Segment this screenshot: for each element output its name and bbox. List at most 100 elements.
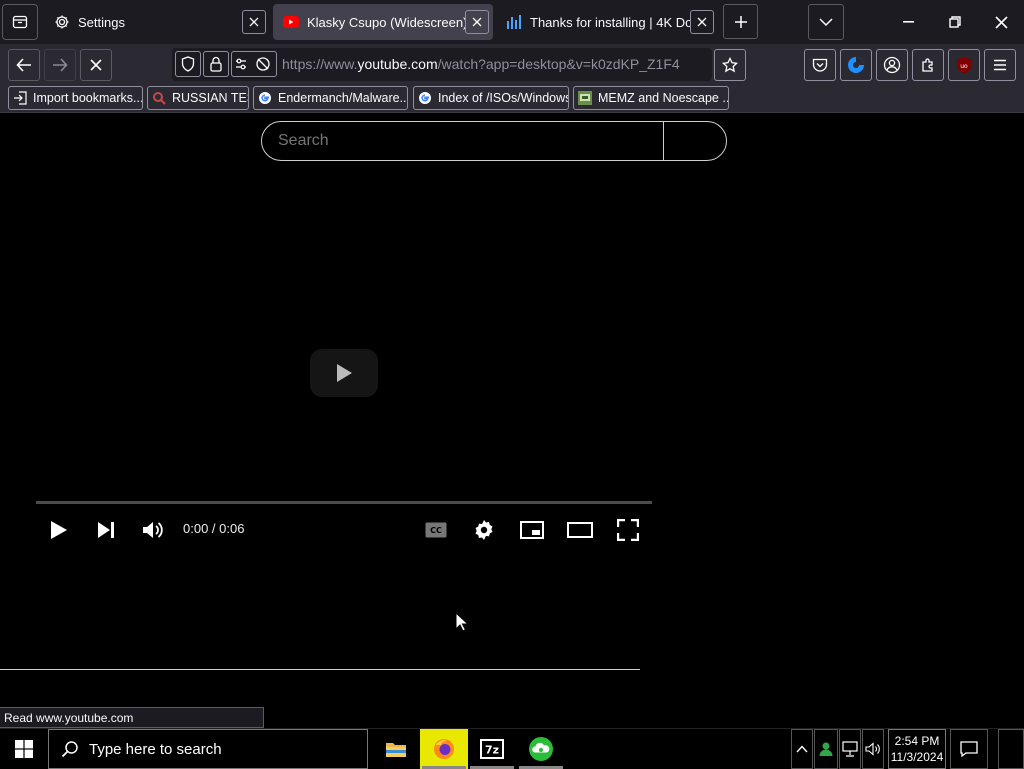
forward-button[interactable] [44,49,76,81]
cloud-app-icon [528,736,554,762]
play-icon [335,363,353,383]
restore-icon [949,16,961,28]
bookmarks-bar: Import bookmarks... RUSSIAN TEST Enderma… [0,85,1024,113]
gear-icon [473,519,495,541]
tab-title: Settings [78,14,125,30]
permissions-icon[interactable] [231,51,277,77]
tab-youtube[interactable]: Klasky Csupo (Widescreen) - YouTube [273,4,493,40]
svg-text:7z: 7z [485,744,499,757]
taskbar-file-explorer[interactable] [372,729,420,769]
bookmark-label: Index of /ISOs/Windows [438,91,569,105]
minimize-icon [903,21,915,23]
extensions-button[interactable] [912,49,944,81]
action-center-button[interactable] [950,729,988,769]
bookmark-label: MEMZ and Noescape ... [598,91,729,105]
fullscreen-icon [617,519,639,541]
minimize-button[interactable] [886,0,932,44]
google-icon [257,90,273,106]
tab-close-button[interactable] [465,10,489,34]
stop-loading-button[interactable] [80,49,112,81]
taskbar-search-box[interactable]: Type here to search [48,729,368,769]
bookmark-import[interactable]: Import bookmarks... [8,86,143,110]
svg-text:CC: CC [430,526,442,535]
volume-button[interactable] [862,729,884,769]
taskbar-cloud-app[interactable] [517,729,565,769]
status-panel: Read www.youtube.com [0,707,264,728]
tracking-protection-shield-icon[interactable] [175,51,201,77]
ublock-origin-button[interactable]: uo [948,49,980,81]
restore-button[interactable] [932,0,978,44]
clock-date: 11/3/2024 [890,750,944,764]
chevron-up-icon [796,745,808,753]
bookmark-index-isos[interactable]: Index of /ISOs/Windows [413,86,569,110]
play-button[interactable] [44,515,74,545]
mouse-cursor-icon [455,612,468,632]
navigation-toolbar: https://www.youtube.com/watch?app=deskto… [0,44,1024,85]
bookmark-star-button[interactable] [714,49,746,81]
show-hidden-icons-button[interactable] [791,729,813,769]
notification-icon [960,741,978,757]
tray-app-button[interactable] [814,729,838,769]
miniplayer-button[interactable] [517,515,547,545]
pocket-button[interactable] [804,49,836,81]
tab-strip: Settings Klasky Csupo (Widescreen) - You… [0,0,1024,44]
close-icon [994,15,1008,29]
skip-next-icon [97,521,115,539]
next-video-button[interactable] [91,515,121,545]
arrow-right-icon [52,58,68,72]
taskbar-search-placeholder: Type here to search [89,740,222,758]
new-tab-button[interactable] [723,4,758,39]
7zip-icon: 7z [480,739,504,759]
lock-icon[interactable] [203,51,229,77]
taskbar-firefox[interactable] [420,729,468,769]
start-button[interactable] [0,729,48,769]
tab-title: Thanks for installing | 4K Download [530,14,690,30]
theater-mode-button[interactable] [565,515,595,545]
show-desktop-button[interactable] [998,729,1024,769]
volume-icon [865,742,881,756]
youtube-search-input[interactable] [278,132,648,150]
subtitles-button[interactable]: CC [421,515,451,545]
settings-button[interactable] [469,515,499,545]
puzzle-icon [920,57,936,73]
tab-close-button[interactable] [242,10,266,34]
youtube-search-box [261,121,727,161]
hamburger-icon [993,59,1007,71]
bookmark-memz[interactable]: MEMZ and Noescape ... [573,86,729,110]
network-button[interactable] [839,729,861,769]
play-icon [50,520,68,540]
bookmark-russian-test[interactable]: RUSSIAN TEST [147,86,249,110]
tab-settings[interactable]: Settings [44,4,270,40]
tab-close-button[interactable] [690,10,714,34]
youtube-icon [283,16,299,28]
close-window-button[interactable] [978,0,1024,44]
video-progress-bar[interactable] [36,501,652,504]
url-text[interactable]: https://www.youtube.com/watch?app=deskto… [282,56,680,72]
chevron-down-icon [819,17,833,27]
arrow-left-icon [16,58,32,72]
theater-mode-icon [567,522,593,538]
list-all-tabs-button[interactable] [808,4,844,40]
fullscreen-button[interactable] [613,515,643,545]
extension-button[interactable] [840,49,872,81]
system-clock[interactable]: 2:54 PM 11/3/2024 [888,729,946,769]
firefox-view-button[interactable] [2,4,38,40]
bookmark-endermanch[interactable]: Endermanch/Malware... [253,86,408,110]
large-play-button[interactable] [310,349,378,397]
back-button[interactable] [8,49,40,81]
miniplayer-icon [520,521,544,539]
app-menu-button[interactable] [984,49,1016,81]
account-button[interactable] [876,49,908,81]
russian-test-favicon [151,90,167,106]
tab-4k-download[interactable]: Thanks for installing | 4K Download [496,4,718,40]
url-bar[interactable]: https://www.youtube.com/watch?app=deskto… [172,48,712,81]
taskbar-7zip[interactable]: 7z [468,729,516,769]
ublock-origin-icon: uo [956,56,972,74]
account-icon [883,56,901,74]
youtube-search-button[interactable] [664,122,726,160]
gear-icon [54,14,70,30]
bookmark-label: Endermanch/Malware... [278,91,408,105]
svg-text:uo: uo [960,63,968,70]
4k-download-icon [506,15,522,29]
mute-button[interactable] [138,515,168,545]
